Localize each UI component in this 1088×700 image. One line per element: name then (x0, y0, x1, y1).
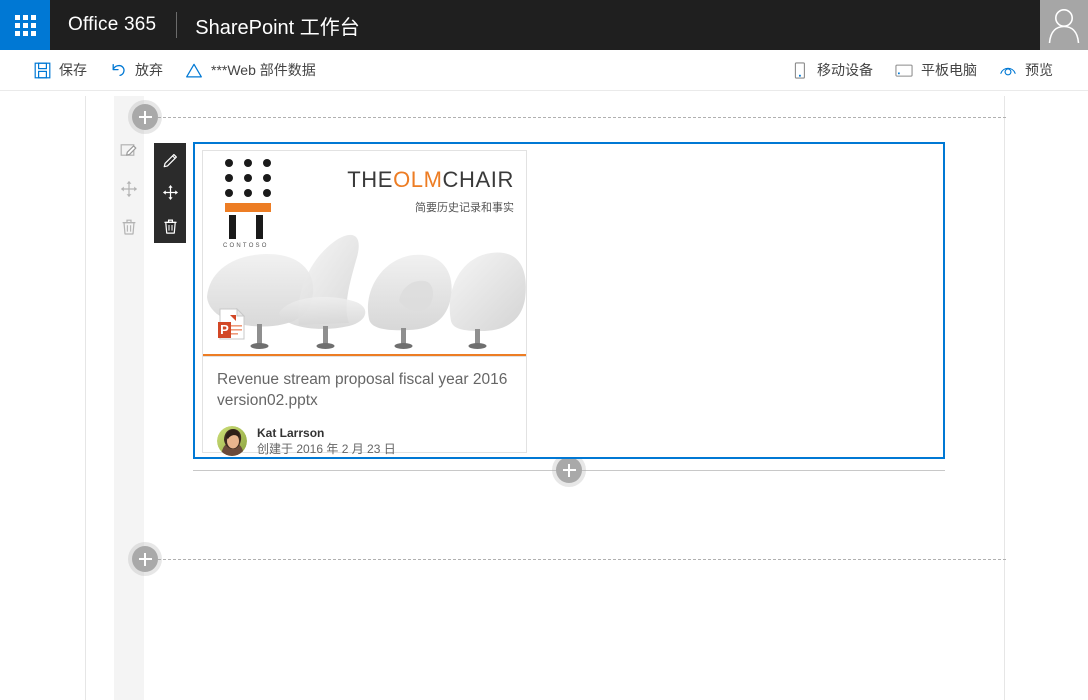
triangle-warning-icon (185, 61, 203, 79)
webpart-action-toolbar (154, 143, 186, 243)
slide-subtitle: 简要历史记录和事实 (415, 202, 514, 214)
trash-icon (163, 219, 177, 234)
add-section-top-button[interactable] (132, 104, 158, 130)
save-button[interactable]: 保存 (22, 50, 98, 91)
edit-section-button[interactable] (114, 132, 144, 170)
page-title: SharePoint 工作台 (195, 16, 360, 39)
document-thumbnail: CONTOSO THEOLMCHAIR 简要历史记录和事实 P (203, 151, 526, 357)
powerpoint-file-icon: P (218, 308, 246, 340)
preview-button[interactable]: 预览 (988, 50, 1064, 91)
edit-webpart-button[interactable] (154, 143, 186, 176)
tablet-icon (895, 61, 913, 79)
command-toolbar-right-group: 移动设备 平板电脑 预览 (780, 50, 1064, 91)
preview-eye-icon (999, 61, 1017, 79)
app-launcher-button[interactable] (0, 0, 50, 50)
selected-webpart-zone[interactable]: CONTOSO THEOLMCHAIR 简要历史记录和事实 P Revenue … (193, 142, 945, 459)
user-silhouette-icon (1048, 9, 1080, 43)
pencil-edit-icon (163, 154, 177, 168)
trash-icon (122, 219, 136, 235)
app-launcher-waffle-icon (14, 14, 36, 36)
slide-title-part2: OLM (393, 167, 443, 192)
discard-button[interactable]: 放弃 (98, 50, 174, 91)
section-rail-controls (114, 132, 144, 246)
slide-title-part3: CHAIR (442, 167, 514, 192)
save-button-label: 保存 (59, 62, 87, 78)
section-divider-top (158, 117, 1006, 118)
document-title[interactable]: Revenue stream proposal fiscal year 2016… (217, 369, 512, 411)
slide-preview: CONTOSO THEOLMCHAIR 简要历史记录和事实 P (203, 151, 526, 356)
command-toolbar: 保存 放弃 ***Web 部件数据 移动设备 平板电脑 预览 (0, 50, 1088, 91)
webpart-data-button-label: ***Web 部件数据 (211, 62, 316, 78)
save-floppy-icon (33, 61, 51, 79)
add-webpart-below-button[interactable] (556, 457, 582, 483)
preview-label: 预览 (1025, 62, 1053, 78)
office-365-brand[interactable]: Office 365 (50, 14, 156, 36)
move-arrows-icon (162, 185, 178, 201)
tablet-view-label: 平板电脑 (921, 62, 977, 78)
created-date: 创建于 2016 年 2 月 23 日 (257, 442, 396, 457)
author-name: Kat Larrson (257, 426, 325, 440)
move-arrows-icon (121, 181, 137, 197)
move-webpart-button[interactable] (154, 176, 186, 209)
author-text-block: Kat Larrson 创建于 2016 年 2 月 23 日 (257, 425, 396, 457)
section-divider-bottom (158, 559, 1006, 560)
suite-header-bar: Office 365 SharePoint 工作台 (0, 0, 1088, 50)
slide-orange-rule (203, 354, 526, 356)
move-section-button[interactable] (114, 170, 144, 208)
webpart-data-button[interactable]: ***Web 部件数据 (174, 50, 327, 91)
page-canvas: CONTOSO THEOLMCHAIR 简要历史记录和事实 P Revenue … (85, 96, 1006, 700)
mobile-view-button[interactable]: 移动设备 (780, 50, 884, 91)
slide-title-block: THEOLMCHAIR 简要历史记录和事实 (299, 167, 514, 215)
delete-webpart-button[interactable] (154, 210, 186, 243)
svg-text:P: P (220, 322, 229, 337)
edit-page-icon (120, 144, 137, 156)
person-photo-avatar (217, 426, 247, 457)
document-card[interactable]: CONTOSO THEOLMCHAIR 简要历史记录和事实 P Revenue … (202, 150, 527, 457)
mobile-view-label: 移动设备 (817, 62, 873, 78)
contoso-dots-icon (225, 159, 282, 197)
tablet-view-button[interactable]: 平板电脑 (884, 50, 988, 91)
user-account-button[interactable] (1040, 0, 1088, 50)
undo-arrow-icon (109, 61, 127, 79)
document-card-body: Revenue stream proposal fiscal year 2016… (203, 357, 526, 457)
discard-button-label: 放弃 (135, 62, 163, 78)
document-author-row: Kat Larrson 创建于 2016 年 2 月 23 日 (217, 425, 512, 457)
add-section-bottom-button[interactable] (132, 546, 158, 572)
header-divider (176, 12, 178, 38)
command-toolbar-left-group: 保存 放弃 ***Web 部件数据 (22, 50, 327, 91)
delete-section-button[interactable] (114, 208, 144, 246)
mobile-phone-icon (791, 61, 809, 79)
slide-title-part1: THE (347, 167, 394, 192)
contoso-orange-bar (225, 203, 271, 212)
slide-title: THEOLMCHAIR (299, 167, 514, 193)
chairs-photo (207, 234, 526, 349)
